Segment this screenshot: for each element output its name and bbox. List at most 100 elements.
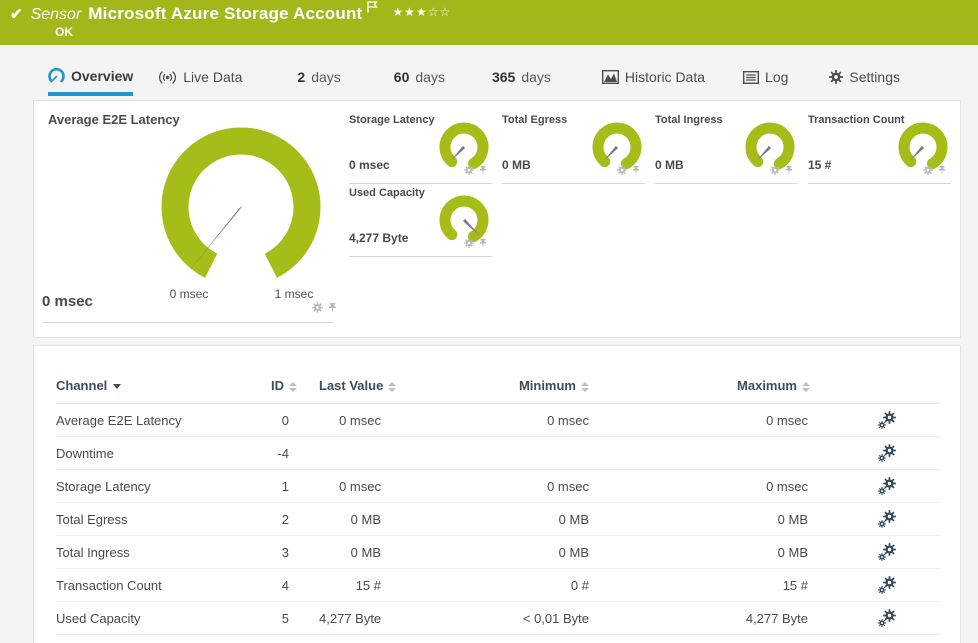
gauge-pin-icon[interactable] — [784, 165, 794, 175]
gauge-settings-gear-icon[interactable] — [312, 302, 323, 313]
channel-last-value: 4,277 Byte — [319, 601, 419, 635]
live-data-icon — [159, 70, 177, 84]
priority-stars[interactable]: ★★★☆☆ — [392, 5, 451, 19]
channel-last-value: 0 MB — [319, 502, 419, 536]
channel-maximum: 0 MB — [629, 535, 844, 569]
table-row: Transaction Count 4 15 # 0 # 15 # — [56, 568, 940, 602]
channel-id: 2 — [271, 502, 319, 536]
column-header-channel[interactable]: Channel — [56, 370, 271, 404]
channel-maximum: 4,277 Byte — [629, 601, 844, 635]
column-header-actions — [844, 370, 940, 404]
channel-last-value: 0 MB — [319, 535, 419, 569]
tile-value: 4,277 Byte — [349, 231, 409, 245]
main-gauge-scale-min: 0 msec — [169, 287, 209, 301]
channel-maximum — [629, 436, 844, 470]
divider — [349, 256, 492, 257]
main-gauge-scale-max: 1 msec — [274, 287, 314, 301]
channel-settings-gears-icon[interactable] — [878, 609, 896, 627]
tab-live-data[interactable]: Live Data — [158, 60, 242, 96]
table-row: Used Capacity 5 4,277 Byte < 0,01 Byte 4… — [56, 601, 940, 635]
gauge-settings-gear-icon[interactable] — [464, 238, 474, 248]
gauge-pin-icon[interactable] — [937, 165, 947, 175]
tile-value: 0 MB — [655, 158, 684, 172]
gauges-panel: Average E2E Latency 0 msec 1 msec 0 msec… — [33, 100, 961, 338]
object-kind-label: Sensor — [30, 6, 82, 23]
tab-bar: Overview Live Data 2 days 60 days 365 da… — [0, 60, 978, 96]
channel-settings-gears-icon[interactable] — [878, 576, 896, 594]
tab-log[interactable]: Log — [743, 60, 788, 96]
table-row: Storage Latency 1 0 msec 0 msec 0 msec — [56, 469, 940, 503]
tile-used-capacity[interactable]: Used Capacity 4,277 Byte — [349, 184, 492, 257]
tile-transaction-count[interactable]: Transaction Count 15 # — [808, 111, 951, 184]
table-row: Total Ingress 3 0 MB 0 MB 0 MB — [56, 535, 940, 569]
flag-icon[interactable] — [367, 0, 379, 18]
channel-id: 3 — [271, 535, 319, 569]
main-gauge — [161, 127, 321, 278]
channel-id: 4 — [271, 568, 319, 602]
tab-settings[interactable]: Settings — [829, 60, 900, 96]
channel-last-value: 0 msec — [319, 469, 419, 503]
tab-60-days[interactable]: 60 days — [394, 60, 445, 96]
channel-settings-gears-icon[interactable] — [878, 477, 896, 495]
gauge-pin-icon[interactable] — [478, 238, 488, 248]
channels-panel: Channel ID Last Value Minimum Maximum Av… — [33, 345, 961, 643]
main-gauge-value: 0 msec — [42, 293, 93, 310]
channel-name: Total Egress — [56, 502, 271, 536]
tile-total-egress[interactable]: Total Egress 0 MB — [502, 111, 645, 184]
sort-icon — [388, 381, 397, 392]
gauge-pin-icon[interactable] — [631, 165, 641, 175]
historic-chart-icon — [601, 70, 619, 84]
tile-title: Storage Latency — [349, 114, 435, 126]
tile-storage-latency[interactable]: Storage Latency 0 msec — [349, 111, 492, 184]
channel-settings-gears-icon[interactable] — [878, 510, 896, 528]
tab-historic-data[interactable]: Historic Data — [601, 60, 706, 96]
column-header-maximum[interactable]: Maximum — [629, 370, 844, 404]
column-header-minimum[interactable]: Minimum — [419, 370, 629, 404]
sort-icon — [581, 381, 589, 392]
gauge-settings-gear-icon[interactable] — [464, 165, 474, 175]
channel-maximum: 0 msec — [629, 403, 844, 437]
tile-value: 0 MB — [502, 158, 531, 172]
channel-id: 1 — [271, 469, 319, 503]
gauge-pin-icon[interactable] — [478, 165, 488, 175]
log-icon — [743, 70, 760, 84]
gauge-settings-gear-icon[interactable] — [617, 165, 627, 175]
channel-settings-gears-icon[interactable] — [878, 444, 896, 462]
gear-icon — [829, 70, 843, 84]
channel-last-value: 15 # — [319, 568, 419, 602]
tab-historic-data-label: Historic Data — [624, 69, 706, 85]
gauge-pin-icon[interactable] — [327, 302, 338, 313]
channel-minimum: < 0,01 Byte — [419, 601, 629, 635]
tile-title: Used Capacity — [349, 187, 425, 199]
channel-name: Total Ingress — [56, 535, 271, 569]
sort-icon — [802, 381, 810, 392]
column-header-last-value[interactable]: Last Value — [319, 370, 419, 404]
channel-maximum: 0 msec — [629, 469, 844, 503]
tab-365-days[interactable]: 365 days — [492, 60, 551, 96]
page-title: Microsoft Azure Storage Account — [88, 4, 363, 23]
tile-value: 15 # — [808, 158, 832, 172]
column-header-id[interactable]: ID — [271, 370, 319, 404]
gauge-settings-gear-icon[interactable] — [770, 165, 780, 175]
channel-settings-gears-icon[interactable] — [878, 543, 896, 561]
tile-title: Transaction Count — [808, 114, 905, 126]
channel-name: Storage Latency — [56, 469, 271, 503]
channel-minimum: 0 MB — [419, 535, 629, 569]
gauge-settings-gear-icon[interactable] — [923, 165, 933, 175]
tile-title: Total Egress — [502, 114, 568, 126]
tab-2-days[interactable]: 2 days — [297, 60, 340, 96]
divider — [502, 183, 645, 184]
channel-settings-gears-icon[interactable] — [878, 411, 896, 429]
main-gauge-title: Average E2E Latency — [48, 112, 180, 127]
status-ok-check-icon: ✔ — [10, 6, 23, 23]
channel-id: 0 — [271, 403, 319, 437]
channel-last-value — [319, 436, 419, 470]
tile-total-ingress[interactable]: Total Ingress 0 MB — [655, 111, 798, 184]
table-row: Total Egress 2 0 MB 0 MB 0 MB — [56, 502, 940, 536]
channel-minimum: 0 # — [419, 568, 629, 602]
channel-name: Average E2E Latency — [56, 403, 271, 437]
table-row: Average E2E Latency 0 0 msec 0 msec 0 ms… — [56, 403, 940, 437]
channel-id: -4 — [271, 436, 319, 470]
channel-maximum: 0 MB — [629, 502, 844, 536]
tab-overview[interactable]: Overview — [48, 60, 134, 96]
